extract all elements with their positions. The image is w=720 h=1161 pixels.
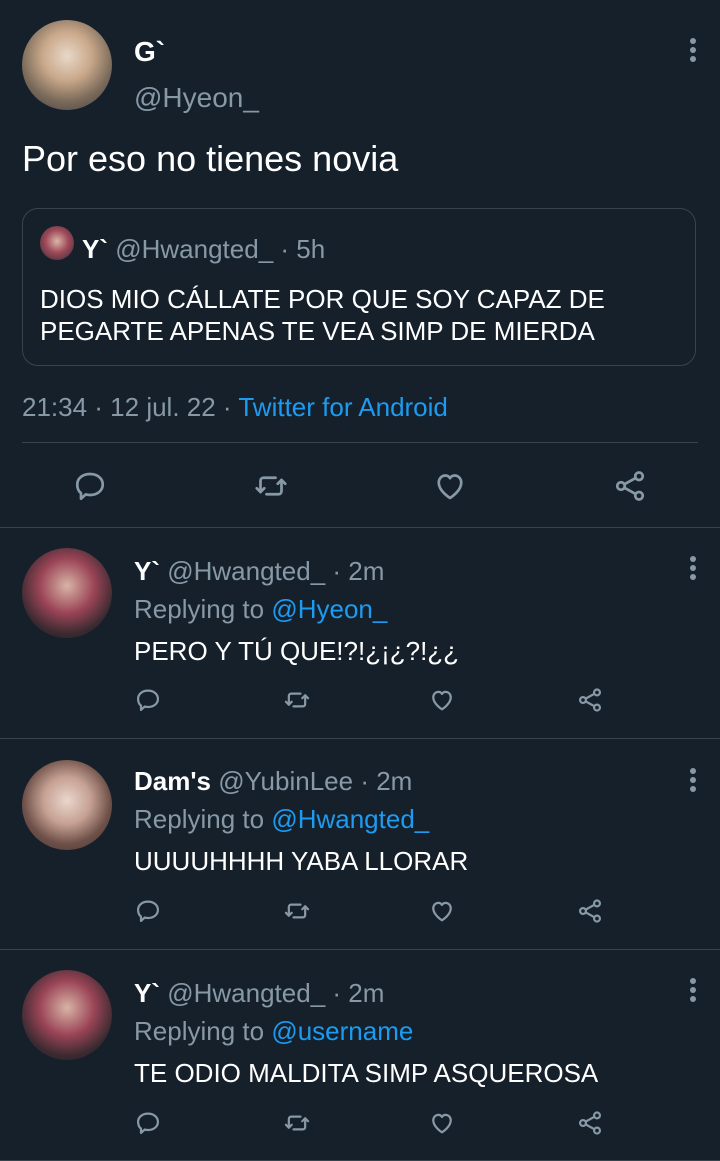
replying-to-handle[interactable]: @Hwangted_ (271, 804, 429, 834)
reply-time: · 2m (332, 556, 385, 586)
reply-handle[interactable]: @Hwangted_ (167, 556, 325, 586)
retweet-icon[interactable] (282, 1109, 312, 1137)
reply-text: TE ODIO MALDITA SIMP ASQUEROSA (134, 1058, 599, 1088)
author-display-name[interactable]: G` (134, 36, 165, 68)
more-vertical-icon[interactable] (690, 38, 696, 65)
divider (0, 738, 720, 739)
reply-handle[interactable]: @YubinLee (218, 766, 353, 796)
retweet-icon[interactable] (282, 897, 312, 925)
author-handle[interactable]: @Hyeon_ (134, 82, 259, 114)
retweet-icon[interactable] (252, 468, 290, 504)
reply-avatar[interactable] (22, 548, 112, 638)
meta-divider (22, 442, 698, 443)
replying-to-label: Replying to (134, 594, 265, 624)
share-icon[interactable] (576, 686, 604, 714)
reply-time: · 2m (360, 766, 413, 796)
divider (0, 527, 720, 528)
reply-display-name[interactable]: Dam's (134, 766, 211, 796)
quoted-handle: @Hwangted_ (115, 234, 274, 264)
divider (0, 949, 720, 950)
quoted-display-name: Y` (82, 234, 108, 264)
share-icon[interactable] (576, 1109, 604, 1137)
more-vertical-icon[interactable] (690, 556, 696, 583)
tweet-source-link[interactable]: Twitter for Android (238, 392, 448, 422)
quoted-header: Y` @Hwangted_ · 5h (82, 234, 325, 264)
reply-header: Dam's @YubinLee · 2m (134, 766, 412, 796)
reply-avatar[interactable] (22, 970, 112, 1060)
reply-avatar[interactable] (22, 760, 112, 850)
reply-handle[interactable]: @Hwangted_ (167, 978, 325, 1008)
replying-to-handle[interactable]: @username (271, 1016, 413, 1046)
reply-text: UUUUHHHH YABA LLORAR (134, 846, 469, 876)
quoted-time: · 5h (280, 234, 326, 264)
reply-icon[interactable] (134, 897, 162, 925)
tweet-meta: 21:34 · 12 jul. 22 · Twitter for Android (22, 392, 448, 422)
more-vertical-icon[interactable] (690, 768, 696, 795)
tweet-text: Por eso no tienes novia (22, 138, 399, 179)
like-icon[interactable] (428, 897, 456, 925)
quoted-avatar (40, 226, 74, 260)
quoted-text-line-2: PEGARTE APENAS TE VEA SIMP DE MIERDA (40, 316, 595, 346)
share-icon[interactable] (576, 897, 604, 925)
replying-to: Replying to @Hyeon_ (134, 594, 387, 624)
reply-icon[interactable] (134, 686, 162, 714)
tweet-timestamp: 21:34 · 12 jul. 22 · (22, 392, 232, 422)
share-icon[interactable] (612, 468, 648, 504)
reply-display-name[interactable]: Y` (134, 978, 160, 1008)
replying-to-label: Replying to (134, 804, 265, 834)
like-icon[interactable] (428, 1109, 456, 1137)
reply-time: · 2m (332, 978, 385, 1008)
more-vertical-icon[interactable] (690, 978, 696, 1005)
retweet-icon[interactable] (282, 686, 312, 714)
reply-icon[interactable] (134, 1109, 162, 1137)
replying-to-handle[interactable]: @Hyeon_ (271, 594, 387, 624)
reply-header: Y` @Hwangted_ · 2m (134, 978, 384, 1008)
replying-to: Replying to @Hwangted_ (134, 804, 429, 834)
like-icon[interactable] (432, 468, 468, 504)
reply-icon[interactable] (72, 468, 108, 504)
avatar[interactable] (22, 20, 112, 110)
replying-to: Replying to @username (134, 1016, 413, 1046)
replying-to-label: Replying to (134, 1016, 265, 1046)
reply-text: PERO Y TÚ QUE!?!¿¡¿?!¿¿ (134, 636, 460, 666)
like-icon[interactable] (428, 686, 456, 714)
quoted-text-line-1: DIOS MIO CÁLLATE POR QUE SOY CAPAZ DE (40, 284, 605, 314)
reply-header: Y` @Hwangted_ · 2m (134, 556, 384, 586)
reply-display-name[interactable]: Y` (134, 556, 160, 586)
